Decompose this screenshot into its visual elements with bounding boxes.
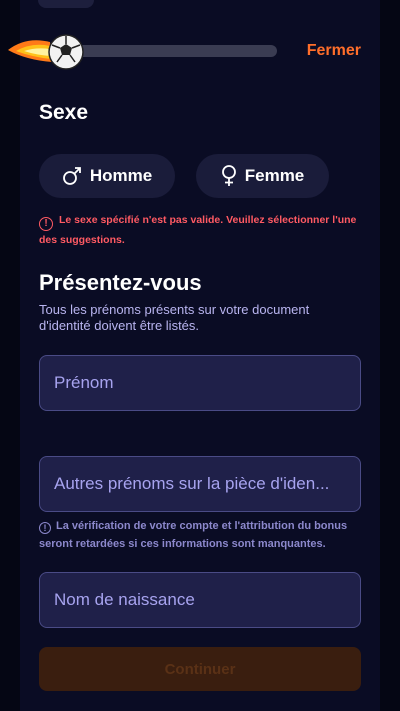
- error-icon: !: [39, 216, 53, 231]
- female-label: Femme: [244, 166, 305, 185]
- male-label: Homme: [89, 166, 153, 185]
- progress-bar: [58, 45, 277, 57]
- male-symbol-icon: [62, 167, 81, 185]
- male-button[interactable]: Homme: [39, 154, 175, 198]
- female-symbol-icon: [221, 165, 236, 186]
- birth-name-input[interactable]: [39, 572, 361, 628]
- top-handle: [38, 0, 94, 8]
- first-name-input[interactable]: [39, 355, 361, 411]
- verification-info-text: La vérification de votre compte et l'att…: [39, 520, 348, 550]
- verification-info: ! La vérification de votre compte et l'at…: [39, 517, 361, 553]
- other-names-input[interactable]: [39, 456, 361, 512]
- gender-error-message: ! Le sexe spécifié n'est pas valide. Veui…: [39, 211, 369, 250]
- identity-title: Présentez-vous: [39, 270, 202, 295]
- continue-button[interactable]: Continuer: [39, 647, 361, 691]
- gender-error-text: Le sexe spécifié n'est pas valide. Veuil…: [39, 214, 357, 246]
- gender-title: Sexe: [39, 101, 89, 124]
- identity-subtitle: Tous les prénoms présents sur votre docu…: [39, 302, 310, 333]
- female-button[interactable]: Femme: [196, 154, 329, 198]
- flaming-ball-icon: [8, 34, 84, 70]
- info-icon: !: [39, 522, 51, 534]
- close-button[interactable]: Fermer: [307, 42, 361, 60]
